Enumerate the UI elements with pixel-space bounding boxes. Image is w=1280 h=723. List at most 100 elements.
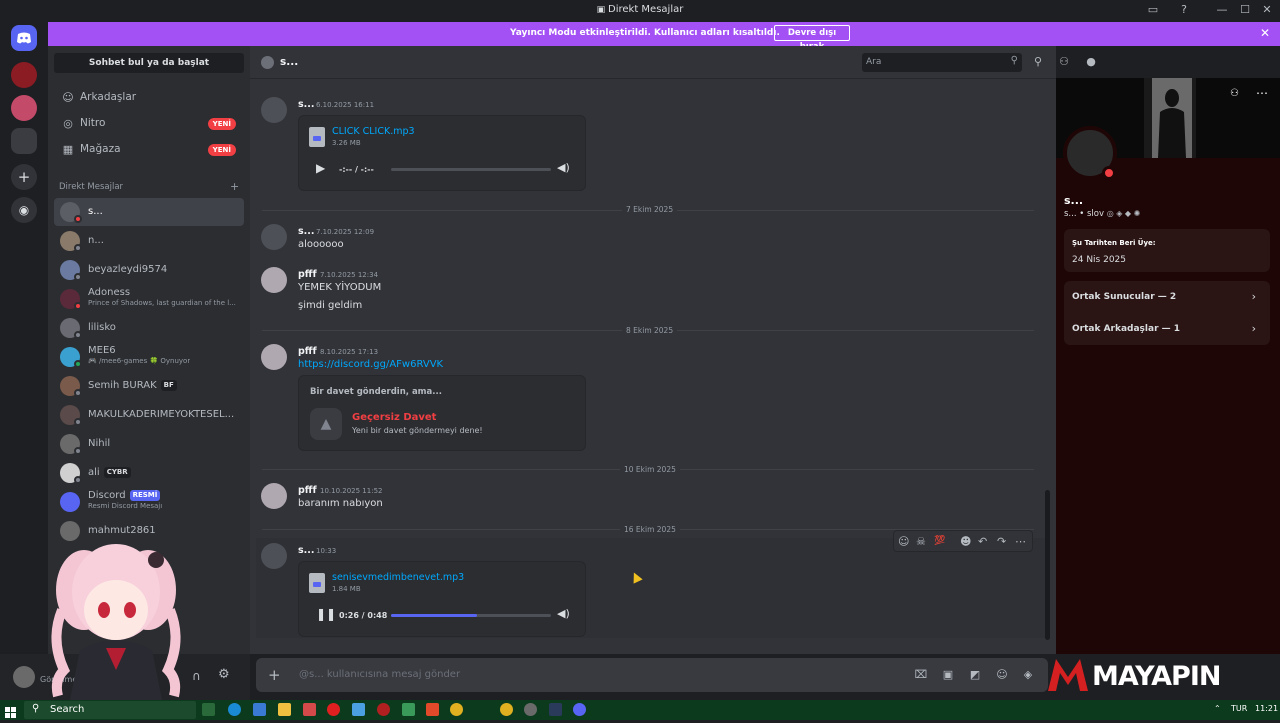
author-name[interactable]: s... [298, 226, 314, 237]
dm-item[interactable]: MAKULKADERİMEYOKTESEL... [54, 401, 244, 429]
home-button[interactable] [11, 25, 37, 51]
add-server-icon[interactable]: + [11, 164, 37, 190]
task-view-icon[interactable] [202, 703, 215, 716]
reaction-laugh-icon[interactable]: ☺ [898, 535, 909, 548]
user-avatar[interactable] [13, 666, 35, 688]
edge-icon[interactable] [228, 703, 241, 716]
inbox-icon[interactable]: ▭ [1145, 3, 1161, 19]
dm-item[interactable]: Discord RESMİ Resmi Discord Mesajı [54, 488, 244, 516]
nav-shop[interactable]: ▦ Mağaza YENİ [54, 138, 244, 162]
chrome-icon[interactable] [450, 703, 463, 716]
profile-more-icon[interactable]: ⋯ [1256, 86, 1268, 100]
author-name[interactable]: s... [298, 99, 314, 110]
author-avatar[interactable] [261, 224, 287, 250]
app-icon[interactable] [377, 703, 390, 716]
app-icon[interactable] [352, 703, 365, 716]
reply-icon[interactable]: ↶ [978, 535, 987, 548]
create-dm-icon[interactable]: + [230, 180, 239, 193]
windows-start-icon[interactable] [5, 704, 17, 718]
mutual-friends-row[interactable]: Ortak Arkadaşlar — 1 [1072, 324, 1180, 334]
author-name[interactable]: pfff [298, 346, 317, 357]
opera-icon[interactable] [327, 703, 340, 716]
discord-taskbar-icon[interactable] [573, 703, 586, 716]
dm-item[interactable]: Semih BURAK BF [54, 372, 244, 400]
file-explorer-icon[interactable] [278, 703, 291, 716]
reaction-100-icon[interactable]: 💯 [934, 536, 945, 546]
dm-item[interactable]: s... [54, 198, 244, 226]
dm-item[interactable]: Adoness Prince of Shadows, last guardian… [54, 285, 244, 313]
upload-plus-icon[interactable]: + [268, 666, 281, 684]
user-profile-toggle-icon[interactable]: ● [1084, 55, 1098, 69]
nav-nitro[interactable]: ◎ Nitro YENİ [54, 112, 244, 136]
gif-icon[interactable]: ▣ [941, 668, 955, 682]
maximize-button[interactable]: ☐ [1237, 3, 1253, 19]
mutual-servers-row[interactable]: Ortak Sunucular — 2 [1072, 292, 1176, 302]
language-indicator[interactable]: TUR [1231, 704, 1247, 713]
author-name[interactable]: pfff [298, 269, 317, 280]
author-avatar[interactable] [261, 543, 287, 569]
author-name[interactable]: pfff [298, 485, 317, 496]
clock[interactable]: 11:21 [1255, 704, 1278, 713]
close-banner-icon[interactable]: ✕ [1260, 26, 1270, 40]
dm-item[interactable]: lilisko [54, 314, 244, 342]
app-icon[interactable] [426, 703, 439, 716]
settings-gear-icon[interactable]: ⚙ [218, 667, 230, 682]
minimize-button[interactable]: — [1214, 3, 1230, 19]
server-icon-1[interactable] [11, 62, 37, 88]
steam-icon[interactable] [549, 703, 562, 716]
add-friend-icon[interactable]: ⚇ [1230, 88, 1239, 99]
seek-bar[interactable] [391, 614, 551, 617]
pause-icon[interactable]: ❚❚ [316, 607, 336, 621]
emoji-icon[interactable]: ☺ [995, 668, 1009, 682]
seek-bar[interactable] [391, 168, 551, 171]
dm-item[interactable]: n... [54, 227, 244, 255]
add-reaction-icon[interactable]: ☻ [960, 535, 971, 548]
scrollbar[interactable] [1045, 490, 1050, 640]
dm-item[interactable]: beyazleydi9574 [54, 256, 244, 284]
app-icon[interactable] [253, 703, 266, 716]
play-icon[interactable]: ▶ [316, 161, 325, 175]
author-avatar[interactable] [261, 267, 287, 293]
add-friends-to-dm-icon[interactable]: ⚇ [1057, 55, 1071, 69]
taskbar-search[interactable]: ⚲ Search [24, 701, 196, 719]
sticker-icon[interactable]: ◩ [968, 668, 982, 682]
invite-link[interactable]: https://discord.gg/AFw6RVVK [298, 359, 443, 370]
more-options-icon[interactable]: ⋯ [1015, 535, 1026, 548]
explore-icon[interactable]: ◉ [11, 197, 37, 223]
gift-icon[interactable]: ⌧ [914, 668, 928, 682]
disable-streamer-mode-button[interactable]: Devre dışı bırak [774, 25, 850, 52]
dm-item[interactable]: Nihil [54, 430, 244, 458]
chevron-right-icon[interactable]: › [1252, 322, 1256, 335]
volume-icon[interactable]: ◀) [557, 607, 570, 620]
chevron-right-icon[interactable]: › [1252, 290, 1256, 303]
search-input[interactable]: Ara ⚲ [862, 53, 1022, 72]
help-icon[interactable]: ? [1176, 3, 1192, 19]
author-avatar[interactable] [261, 97, 287, 123]
message-actions-bar: ☺ ☠ 💯 ☻ ↶ ↷ ⋯ [893, 530, 1033, 552]
reaction-skull-icon[interactable]: ☠ [916, 535, 926, 548]
app-icon[interactable] [303, 703, 316, 716]
dm-item[interactable]: MEE6 🎮 /mee6-games 🍀 Oynuyor [54, 343, 244, 371]
file-name[interactable]: CLICK CLICK.mp3 [332, 126, 415, 137]
author-avatar[interactable] [261, 483, 287, 509]
chrome-icon[interactable] [500, 703, 513, 716]
find-conversation-button[interactable]: Sohbet bul ya da başlat [54, 53, 244, 73]
app-icon[interactable] [402, 703, 415, 716]
tray-chevron-icon[interactable]: ⌃ [1214, 704, 1221, 713]
server-folder-icon[interactable] [11, 128, 37, 154]
pinned-messages-icon[interactable]: ⚲ [1031, 55, 1045, 69]
message-input[interactable]: @s... kullanıcısına mesaj gönder [299, 669, 460, 680]
close-window-button[interactable]: ✕ [1259, 3, 1275, 19]
author-name[interactable]: s... [298, 545, 314, 556]
apps-icon[interactable]: ◈ [1021, 668, 1035, 682]
volume-icon[interactable]: ◀) [557, 161, 570, 174]
file-name[interactable]: senisevmedimbenevet.mp3 [332, 572, 464, 583]
app-icon[interactable] [524, 703, 537, 716]
headphones-icon[interactable]: ∩ [192, 669, 201, 683]
server-icon-2[interactable] [11, 95, 37, 121]
nav-friends[interactable]: ☺ Arkadaşlar [54, 86, 244, 110]
forward-icon[interactable]: ↷ [997, 535, 1006, 548]
dm-item[interactable]: ali CYBR [54, 459, 244, 487]
message-composer[interactable]: + @s... kullanıcısına mesaj gönder ⌧ ▣ ◩… [256, 658, 1048, 692]
author-avatar[interactable] [261, 344, 287, 370]
